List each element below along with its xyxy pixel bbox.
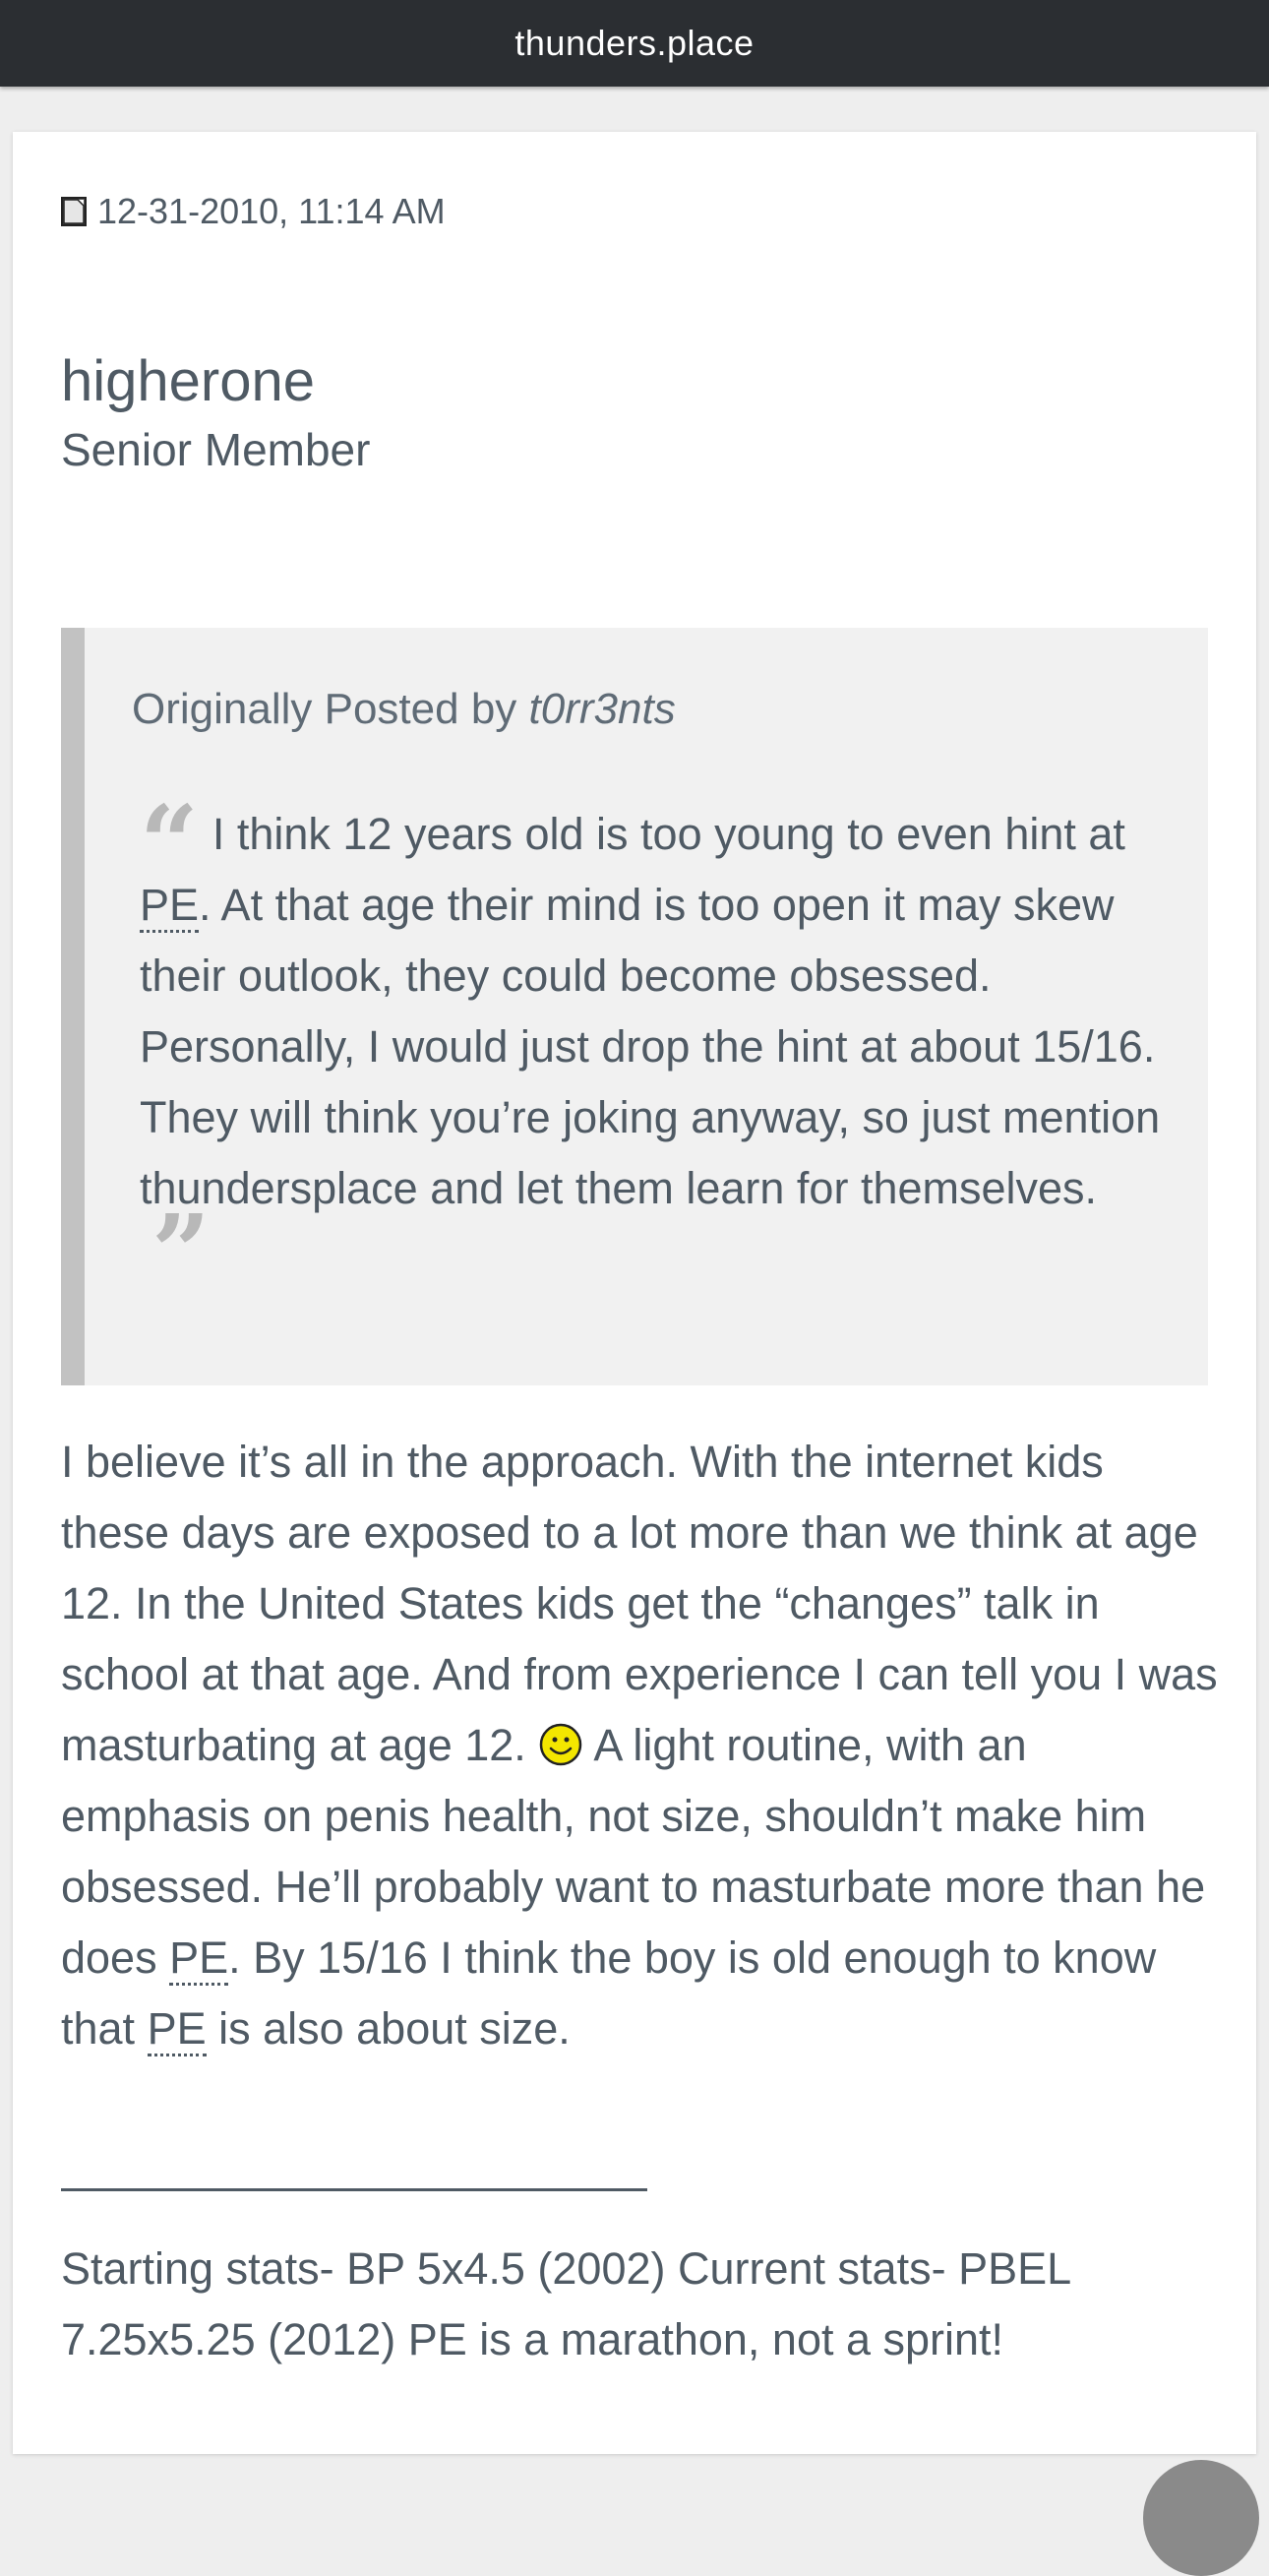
post-date-row: 12-31-2010, 11:14 AM xyxy=(60,191,446,232)
post-date: 12-31-2010, 11:14 AM xyxy=(97,191,446,231)
post-document-icon xyxy=(60,195,90,228)
quote-author: t0rr3nts xyxy=(528,685,676,733)
top-bar: thunders.place xyxy=(0,0,1269,87)
quote-text: “I think 12 years old is too young to ev… xyxy=(140,782,1161,1313)
abbreviation-pe[interactable]: PE xyxy=(147,2003,207,2056)
message-part: is also about size. xyxy=(206,2003,571,2054)
smiley-icon xyxy=(538,1722,583,1767)
quote-prefix: Originally Posted by xyxy=(132,685,517,733)
quote-block: Originally Posted by t0rr3nts “I think 1… xyxy=(61,628,1208,1385)
floating-action-button[interactable] xyxy=(1143,2460,1259,2576)
quote-text-part: I think 12 years old is too young to eve… xyxy=(212,809,1125,859)
quote-header: Originally Posted by t0rr3nts xyxy=(132,685,676,734)
post-card: 12-31-2010, 11:14 AM higherone Senior Me… xyxy=(13,132,1256,2454)
quote-text-part: . At that age their mind is too open it … xyxy=(140,880,1161,1213)
user-title: Senior Member xyxy=(61,424,371,475)
site-address[interactable]: thunders.place xyxy=(514,23,754,64)
signature-divider xyxy=(61,2188,647,2191)
post-username[interactable]: higherone xyxy=(61,348,315,414)
abbreviation-pe[interactable]: PE xyxy=(169,1932,229,1986)
post-message: I believe it’s all in the approach. With… xyxy=(61,1427,1222,2064)
signature-text: Starting stats- BP 5x4.5 (2002) Current … xyxy=(61,2243,1070,2364)
